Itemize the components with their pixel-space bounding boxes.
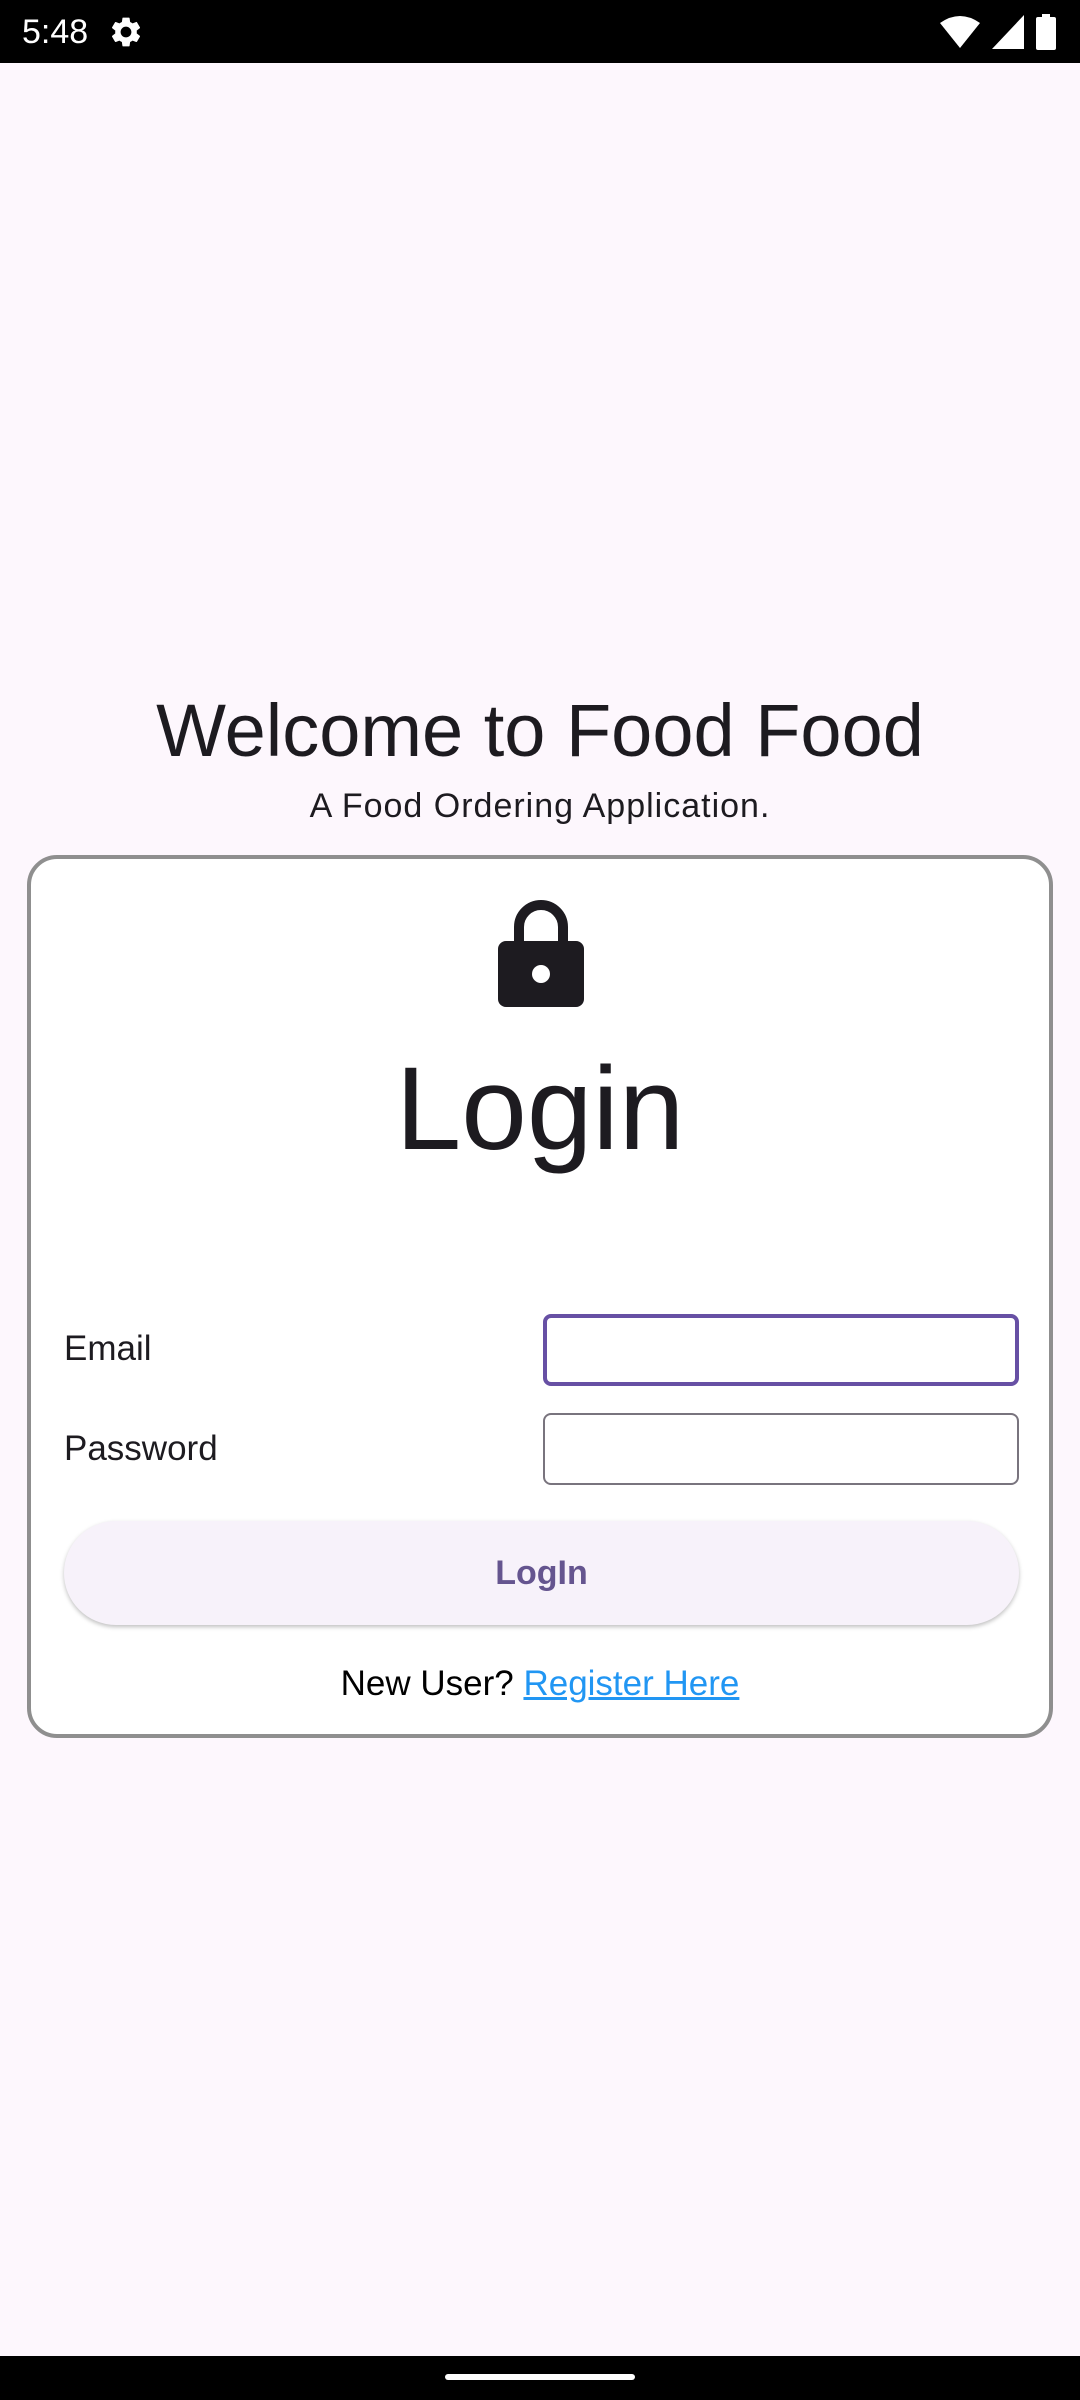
register-prompt: New User?: [340, 1664, 514, 1703]
navigation-bar: [0, 2356, 1080, 2400]
signal-icon: [992, 15, 1024, 49]
register-link[interactable]: Register Here: [523, 1664, 739, 1703]
status-icons: [940, 13, 1056, 51]
home-indicator[interactable]: [445, 2374, 635, 2380]
email-label: Email: [64, 1329, 152, 1368]
login-heading: Login: [395, 1043, 685, 1175]
register-row: New User? Register Here: [31, 1661, 1049, 1707]
battery-icon: [1036, 14, 1056, 50]
password-field[interactable]: [543, 1413, 1019, 1485]
lock-icon: [498, 900, 584, 1007]
login-card: Login Email Password LogIn New User? Reg…: [27, 855, 1053, 1738]
wifi-icon: [940, 16, 980, 48]
email-field[interactable]: [543, 1314, 1019, 1386]
welcome-title: Welcome to Food Food: [156, 689, 924, 772]
status-time: 5:48: [22, 13, 89, 51]
status-bar: 5:48: [0, 0, 1080, 63]
login-button[interactable]: LogIn: [64, 1521, 1019, 1625]
password-label: Password: [64, 1429, 218, 1468]
gear-icon: [111, 17, 141, 47]
welcome-subtitle: A Food Ordering Application.: [309, 787, 771, 825]
